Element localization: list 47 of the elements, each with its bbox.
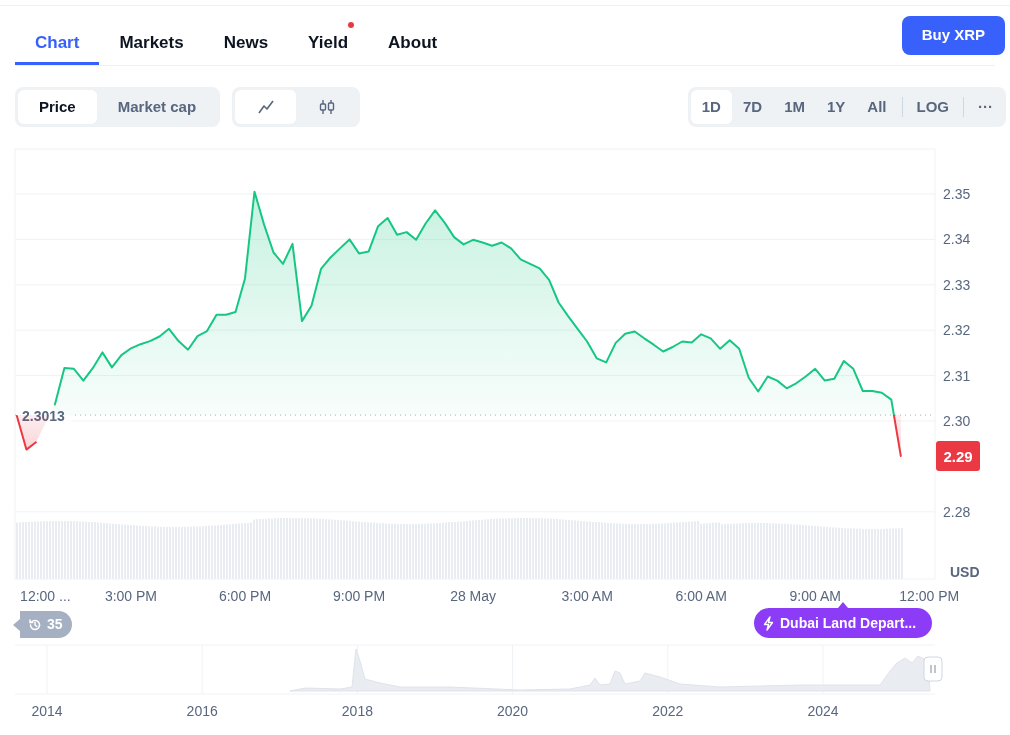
axis-label: 3:00 AM: [561, 588, 613, 604]
metric-option[interactable]: Price: [18, 90, 97, 124]
axis-label: 12:00 ...: [20, 588, 71, 604]
nav-tab[interactable]: Markets: [99, 6, 204, 65]
year-label: 2024: [807, 703, 839, 719]
axis-label: 2.31: [943, 367, 971, 384]
axis-label: 2.34: [943, 231, 971, 248]
lightning-icon: [763, 615, 774, 631]
time-range-option[interactable]: 1D: [690, 90, 732, 124]
time-range-option[interactable]: 1M: [773, 90, 816, 124]
axis-label: 9:00 PM: [333, 588, 386, 604]
axis-label: 28 May: [450, 588, 497, 604]
axis-label: 2.35: [943, 185, 971, 202]
axis-label: 6:00 AM: [675, 588, 727, 604]
time-range-option[interactable]: All: [856, 90, 898, 124]
axis-label: 2.32: [943, 322, 971, 339]
metric-option[interactable]: Market cap: [96, 90, 218, 124]
range-handle[interactable]: [923, 656, 943, 682]
more-button[interactable]: ···: [968, 90, 1003, 124]
buy-button[interactable]: Buy XRP: [901, 16, 1005, 55]
nav-tab[interactable]: News: [203, 6, 289, 65]
nav-tab[interactable]: Yield: [288, 6, 369, 65]
axis-label: 6:00 PM: [218, 588, 272, 604]
axis-label: 2.33: [943, 276, 971, 293]
axis-label: 12:00 PM: [899, 588, 960, 604]
nav-tab[interactable]: About: [368, 6, 458, 65]
year-label: 2018: [341, 703, 373, 719]
axis-label: 9:00 AM: [789, 588, 841, 604]
history-icon: [28, 617, 42, 632]
line-chart-icon: [257, 100, 274, 114]
baseline-label: 2.3013: [22, 408, 65, 425]
axis-label: 3:00 PM: [104, 588, 157, 604]
axis-label: 2.30: [943, 413, 971, 429]
time-range-option[interactable]: 7D: [731, 90, 774, 124]
year-label: 2016: [186, 703, 218, 719]
annotation: 2.29: [943, 447, 973, 465]
year-label: 2022: [652, 703, 684, 719]
axis-title: USD: [950, 564, 980, 580]
candlestick-icon: [317, 99, 336, 115]
axis-label: 2.28: [943, 503, 971, 520]
price-tag: 2.29: [936, 440, 980, 471]
year-label: 2020: [497, 703, 529, 719]
log-scale-button[interactable]: LOG: [906, 90, 959, 124]
year-label: 2014: [31, 703, 63, 719]
line-chart-button[interactable]: [235, 90, 297, 124]
nav-tab[interactable]: Chart: [15, 6, 100, 65]
time-range-option[interactable]: 1Y: [815, 90, 857, 124]
